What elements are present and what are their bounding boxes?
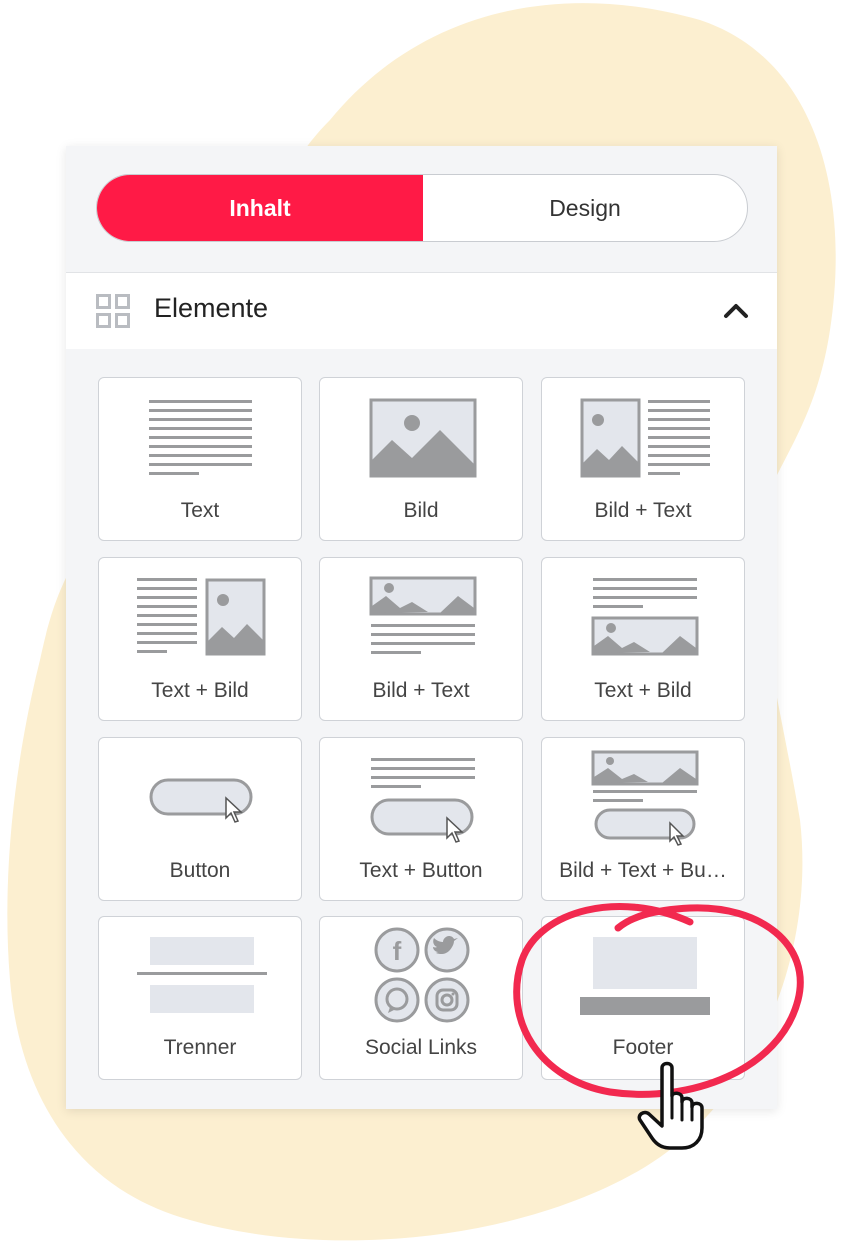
tab-inhalt[interactable]: Inhalt bbox=[97, 175, 423, 241]
tile-bild-text[interactable]: Bild + Text bbox=[541, 377, 745, 541]
grid-icon bbox=[96, 294, 130, 328]
svg-text:f: f bbox=[393, 936, 402, 966]
tab-switcher: Inhalt Design bbox=[96, 174, 748, 242]
text-block-icon bbox=[149, 400, 252, 475]
tile-trenner[interactable]: Trenner bbox=[98, 916, 302, 1080]
tile-text-button[interactable]: Text + Button bbox=[319, 737, 523, 901]
image-icon bbox=[369, 398, 477, 478]
text-button-icon bbox=[370, 758, 475, 843]
tile-footer[interactable]: Footer bbox=[541, 916, 745, 1080]
tile-text[interactable]: Text bbox=[98, 377, 302, 541]
tile-text-bild-2[interactable]: Text + Bild bbox=[541, 557, 745, 721]
tile-label: Footer bbox=[612, 1036, 674, 1059]
tile-label: Bild bbox=[403, 499, 439, 522]
social-links-icon: f bbox=[374, 927, 470, 1023]
tile-label: Social Links bbox=[364, 1036, 478, 1059]
section-title: Elemente bbox=[154, 293, 269, 323]
text-image-right-icon bbox=[137, 578, 266, 656]
tile-bild-text-button[interactable]: Bild + Text + Bu… bbox=[541, 737, 745, 901]
tile-label: Bild + Text bbox=[372, 679, 470, 702]
tile-bild-text-2[interactable]: Bild + Text bbox=[319, 557, 523, 721]
chevron-up-icon[interactable] bbox=[721, 297, 751, 325]
elements-panel: Inhalt Design Elemente Text Bild Bild + … bbox=[66, 146, 777, 1109]
tile-label: Button bbox=[169, 859, 231, 882]
tab-design[interactable]: Design bbox=[423, 175, 747, 241]
divider-icon bbox=[137, 937, 267, 1013]
image-top-text-icon bbox=[369, 576, 477, 654]
section-header-elemente[interactable]: Elemente bbox=[66, 272, 777, 349]
button-icon bbox=[149, 778, 253, 823]
image-text-button-icon bbox=[591, 750, 699, 846]
tile-button[interactable]: Button bbox=[98, 737, 302, 901]
tile-label: Trenner bbox=[163, 1036, 237, 1059]
tile-label: Text + Bild bbox=[594, 679, 692, 702]
image-left-text-icon bbox=[580, 398, 710, 478]
tile-label: Bild + Text bbox=[594, 499, 692, 522]
footer-icon bbox=[580, 937, 710, 1015]
tile-label: Bild + Text + Bu… bbox=[559, 859, 727, 882]
tile-bild[interactable]: Bild bbox=[319, 377, 523, 541]
text-top-image-icon bbox=[591, 578, 699, 656]
tile-text-bild[interactable]: Text + Bild bbox=[98, 557, 302, 721]
tile-label: Text bbox=[180, 499, 220, 522]
tile-label: Text + Bild bbox=[151, 679, 249, 702]
tile-label: Text + Button bbox=[359, 859, 483, 882]
tile-social-links[interactable]: f Social Links bbox=[319, 916, 523, 1080]
